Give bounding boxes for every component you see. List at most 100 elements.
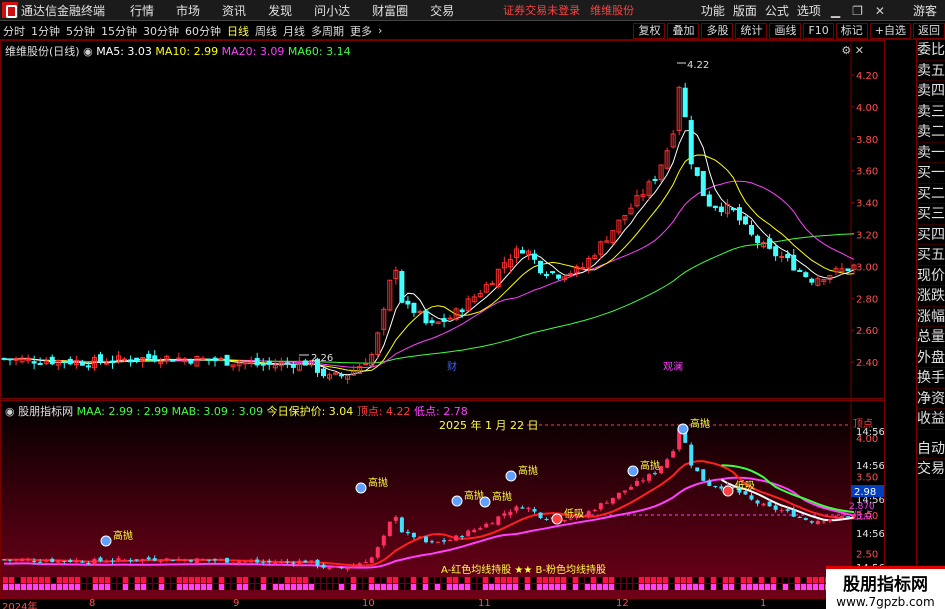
candle-body bbox=[845, 268, 851, 272]
side-panel-item[interactable]: 卖五 bbox=[917, 61, 945, 81]
period-15min[interactable]: 15分钟 bbox=[98, 23, 140, 39]
side-panel-item[interactable]: 卖一 bbox=[917, 143, 945, 163]
menu-trade[interactable]: 交易 bbox=[419, 2, 465, 19]
status-bar-a bbox=[171, 577, 176, 583]
status-bar-a bbox=[387, 577, 392, 583]
multi-stock-button[interactable]: 多股 bbox=[701, 23, 734, 39]
status-bar-a bbox=[423, 577, 428, 583]
candle-body bbox=[31, 361, 37, 364]
status-bar-b bbox=[753, 584, 758, 590]
status-bar-a bbox=[585, 577, 590, 583]
side-panel-item[interactable]: 委比 bbox=[917, 40, 945, 61]
side-panel-item[interactable]: 买二 bbox=[917, 184, 945, 204]
chart-tools-icon[interactable]: ⚙ ✕ bbox=[841, 44, 864, 57]
status-bar-a bbox=[609, 577, 614, 583]
indicator-candle-body bbox=[26, 559, 31, 561]
menu-discover[interactable]: 发现 bbox=[257, 2, 303, 19]
menu-function[interactable]: 功能 bbox=[697, 2, 729, 19]
status-bar-a bbox=[693, 577, 698, 583]
status-bar-a bbox=[699, 577, 704, 583]
status-bar-b bbox=[315, 584, 320, 590]
menu-formula[interactable]: 公式 bbox=[761, 2, 793, 19]
period-multi[interactable]: 多周期 bbox=[308, 23, 347, 39]
draw-line-button[interactable]: 画线 bbox=[769, 23, 802, 39]
period-30min[interactable]: 30分钟 bbox=[140, 23, 182, 39]
status-bar-a bbox=[735, 577, 740, 583]
side-panel-item[interactable]: 涨幅 bbox=[917, 307, 945, 327]
indicator-candle-body bbox=[773, 505, 778, 510]
status-bar-a bbox=[135, 577, 140, 583]
period-5min[interactable]: 5分钟 bbox=[63, 23, 98, 39]
indicator-candle-body bbox=[279, 561, 284, 563]
side-panel-item[interactable]: 涨跌 bbox=[917, 286, 945, 307]
side-panel-item[interactable]: 净资 bbox=[917, 389, 945, 409]
period-day[interactable]: 日线 bbox=[224, 23, 252, 39]
status-bar-a bbox=[705, 577, 710, 583]
maximize-icon[interactable]: ❐ bbox=[846, 4, 869, 18]
guest-label[interactable]: 游客 bbox=[913, 2, 937, 19]
side-panel-item[interactable]: 买五 bbox=[917, 245, 945, 266]
statistics-button[interactable]: 统计 bbox=[735, 23, 768, 39]
status-bar-a bbox=[651, 577, 656, 583]
chevron-right-icon[interactable]: › bbox=[375, 24, 385, 37]
period-week[interactable]: 周线 bbox=[252, 23, 280, 39]
side-panel-item[interactable]: 卖三 bbox=[917, 102, 945, 122]
status-bar-a bbox=[339, 577, 344, 583]
candle-body bbox=[206, 358, 212, 361]
menu-news[interactable]: 资讯 bbox=[211, 2, 257, 19]
period-1min[interactable]: 1分钟 bbox=[28, 23, 63, 39]
side-panel-item[interactable]: 总量 bbox=[917, 327, 945, 348]
status-bar-a bbox=[555, 577, 560, 583]
menu-options[interactable]: 选项 bbox=[793, 2, 825, 19]
close-icon[interactable]: ✕ bbox=[869, 4, 891, 18]
side-panel-item[interactable]: 买三 bbox=[917, 204, 945, 225]
indicator-candle-body bbox=[20, 559, 25, 562]
kline-chart[interactable]: 4.20 4.00 3.80 3.60 3.40 3.20 3.00 2.80 2.60 2.40… bbox=[0, 40, 885, 399]
indicator-candle-body bbox=[562, 520, 567, 522]
status-bar-b bbox=[669, 584, 674, 590]
period-tick[interactable]: 分时 bbox=[0, 23, 28, 39]
indicator-candle-body bbox=[104, 561, 109, 563]
time-tick: 14:56 bbox=[856, 461, 884, 472]
indicator-candle-body bbox=[767, 501, 772, 507]
side-panel-item[interactable]: 自动 bbox=[917, 439, 945, 459]
status-bar-a bbox=[147, 577, 152, 583]
mark-button[interactable]: 标记 bbox=[835, 23, 868, 39]
status-bar-a bbox=[285, 577, 290, 583]
settings-icon[interactable]: ◉ bbox=[83, 45, 93, 58]
period-month[interactable]: 月线 bbox=[280, 23, 308, 39]
status-bar-b bbox=[309, 584, 314, 590]
menu-wealth[interactable]: 财富圈 bbox=[361, 2, 419, 19]
status-bar-b bbox=[687, 584, 692, 590]
indicator-candle-body bbox=[8, 559, 13, 561]
restore-rights-button[interactable]: 复权 bbox=[633, 23, 666, 39]
add-watchlist-button[interactable]: +自选 bbox=[869, 23, 911, 39]
minimize-icon[interactable]: ▁ bbox=[825, 4, 846, 18]
overlay-button[interactable]: 叠加 bbox=[667, 23, 700, 39]
side-panel-item[interactable]: 外盘 bbox=[917, 348, 945, 368]
menu-quotes[interactable]: 行情 bbox=[119, 2, 165, 19]
side-panel-item[interactable]: 买四 bbox=[917, 225, 945, 245]
login-status[interactable]: 证券交易未登录 bbox=[503, 2, 580, 18]
back-button[interactable]: 返回 bbox=[913, 23, 945, 39]
period-60min[interactable]: 60分钟 bbox=[182, 23, 224, 39]
indicator-candle-body bbox=[116, 558, 121, 561]
side-panel-item[interactable]: 卖四 bbox=[917, 81, 945, 102]
side-panel-item[interactable]: 收益 bbox=[917, 409, 945, 430]
menu-ask[interactable]: 问小达 bbox=[303, 2, 361, 19]
indicator-chart[interactable]: 4.003.503.002.5014:5614:5614:5614:5614:5… bbox=[0, 400, 885, 598]
side-panel-item[interactable]: 卖二 bbox=[917, 122, 945, 143]
side-panel-item[interactable]: 现价 bbox=[917, 266, 945, 286]
side-panel-item[interactable]: 买一 bbox=[917, 163, 945, 184]
menu-market[interactable]: 市场 bbox=[165, 2, 211, 19]
status-bar-b bbox=[519, 584, 524, 590]
status-bar-b bbox=[675, 584, 680, 590]
side-panel-item[interactable]: 换手 bbox=[917, 368, 945, 389]
period-more[interactable]: 更多 bbox=[347, 23, 375, 39]
indicator-settings-icon[interactable]: ◉ bbox=[5, 405, 15, 418]
indicator-candle-body bbox=[231, 562, 236, 564]
menu-layout[interactable]: 版面 bbox=[729, 2, 761, 19]
status-bar-b bbox=[549, 584, 554, 590]
f10-button[interactable]: F10 bbox=[803, 23, 834, 39]
side-panel-item[interactable]: 交易 bbox=[917, 459, 945, 480]
